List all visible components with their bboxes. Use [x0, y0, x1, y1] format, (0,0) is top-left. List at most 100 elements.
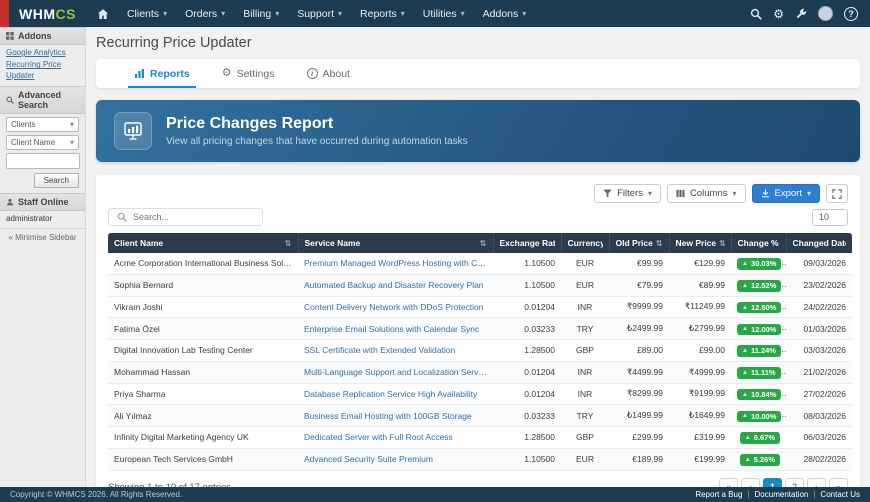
- pagination-last[interactable]: »: [829, 478, 848, 488]
- service-name-link[interactable]: Content Delivery Network with DDoS Prote…: [304, 302, 484, 312]
- user-avatar[interactable]: [818, 6, 833, 21]
- bar-chart-icon: [134, 68, 145, 79]
- tab-about[interactable]: i About: [295, 59, 362, 88]
- arrow-up-icon: ▲: [742, 370, 748, 376]
- user-icon: [6, 198, 14, 206]
- nav-item-label: Orders: [185, 8, 217, 20]
- page-size-select[interactable]: 10 ▾: [812, 209, 848, 226]
- changed-date-cell: 23/02/2026: [786, 274, 852, 296]
- footer-link[interactable]: Contact Us: [820, 490, 860, 499]
- sidebar-addon-link[interactable]: Google Analytics: [6, 48, 79, 58]
- currency-cell: GBP: [561, 427, 609, 449]
- nav-item-addons[interactable]: Addons▾: [474, 0, 536, 27]
- service-name-link[interactable]: Advanced Security Suite Premium: [304, 454, 433, 464]
- column-header[interactable]: Change %⇅: [731, 233, 786, 253]
- nav-item-utilities[interactable]: Utilities▾: [414, 0, 474, 27]
- service-name-cell: Multi-Language Support and Localization …: [298, 361, 493, 383]
- service-name-link[interactable]: Automated Backup and Disaster Recovery P…: [304, 280, 484, 290]
- nav-item-support[interactable]: Support▾: [288, 0, 351, 27]
- service-name-link[interactable]: Enterprise Email Solutions with Calendar…: [304, 324, 479, 334]
- service-name-link[interactable]: Database Replication Service High Availa…: [304, 389, 477, 399]
- nav-item-clients[interactable]: Clients▾: [118, 0, 176, 27]
- table-search-input[interactable]: [133, 212, 243, 222]
- nav-item-billing[interactable]: Billing▾: [234, 0, 288, 27]
- column-header-label: New Price: [676, 238, 717, 248]
- new-price-cell: ₺1649.99: [669, 405, 731, 427]
- client-name-cell: Vikram Joshi: [108, 296, 298, 318]
- chevron-down-icon: ▾: [648, 189, 652, 198]
- export-button[interactable]: Export ▾: [752, 184, 820, 203]
- footer-link[interactable]: Documentation: [755, 490, 809, 499]
- whmcs-logo[interactable]: WHMCS: [9, 6, 88, 22]
- old-price-cell: €79.99: [609, 274, 669, 296]
- service-name-link[interactable]: SSL Certificate with Extended Validation: [304, 345, 455, 355]
- column-header[interactable]: Changed Date⇅: [786, 233, 852, 253]
- filters-button[interactable]: Filters ▾: [594, 184, 661, 203]
- cogs-icon[interactable]: ⚙: [773, 8, 784, 20]
- pagination-prev[interactable]: ‹: [741, 478, 760, 488]
- sort-icon: ⇅: [285, 239, 292, 248]
- change-badge: ▲12.50%: [737, 302, 781, 314]
- help-icon[interactable]: ?: [844, 7, 858, 21]
- change-badge: ▲5.26%: [740, 454, 780, 466]
- chevron-down-icon: ▾: [163, 9, 167, 18]
- addons-links: Google Analytics Recurring Price Updater: [0, 45, 85, 86]
- service-name-cell: Dedicated Server with Full Root Access: [298, 427, 493, 449]
- pagination-page-2[interactable]: 2: [785, 478, 804, 488]
- column-header-label: Exchange Rate: [500, 238, 555, 248]
- table-row: European Tech Services GmbHAdvanced Secu…: [108, 448, 852, 470]
- chevron-down-icon: ▾: [70, 138, 74, 147]
- home-icon[interactable]: [88, 0, 118, 27]
- fullscreen-button[interactable]: [826, 184, 848, 203]
- service-name-link[interactable]: Dedicated Server with Full Root Access: [304, 432, 453, 442]
- service-name-link[interactable]: Premium Managed WordPress Hosting with C…: [304, 258, 493, 268]
- search-icon[interactable]: [750, 8, 762, 20]
- changed-date-cell: 27/02/2026: [786, 383, 852, 405]
- table-search-box[interactable]: [108, 208, 263, 226]
- nav-item-orders[interactable]: Orders▾: [176, 0, 234, 27]
- column-header[interactable]: Client Name⇅: [108, 233, 298, 253]
- column-header[interactable]: New Price⇅: [669, 233, 731, 253]
- pagination-first[interactable]: «: [719, 478, 738, 488]
- arrow-up-icon: ▲: [742, 392, 748, 398]
- bottom-bar: Copyright © WHMCS 2026. All Rights Reser…: [0, 487, 870, 502]
- table-header-row: Client Name⇅Service Name⇅Exchange Rate⇅C…: [108, 233, 852, 253]
- service-name-link[interactable]: Business Email Hosting with 100GB Storag…: [304, 411, 472, 421]
- wrench-icon[interactable]: [795, 8, 807, 20]
- column-header[interactable]: Currency⇅: [561, 233, 609, 253]
- report-table-card: Filters ▾ Columns ▾ Export ▾: [96, 175, 860, 487]
- top-navbar: WHMCS Clients▾Orders▾Billing▾Support▾Rep…: [0, 0, 870, 27]
- tab-settings[interactable]: ⚙ Settings: [210, 59, 287, 88]
- old-price-cell: ₹4499.99: [609, 361, 669, 383]
- staff-online-name: administrator: [0, 211, 85, 228]
- footer-link[interactable]: Report a Bug: [695, 490, 742, 499]
- service-name-cell: SSL Certificate with Extended Validation: [298, 340, 493, 362]
- advanced-search-input[interactable]: [6, 153, 80, 169]
- new-price-cell: €129.99: [669, 253, 731, 274]
- chevron-down-icon: ▾: [275, 9, 279, 18]
- advanced-search-button[interactable]: Search: [34, 173, 79, 188]
- table-row: Ali YılmazBusiness Email Hosting with 10…: [108, 405, 852, 427]
- search-field-select[interactable]: Client Name▾: [6, 135, 79, 150]
- search-type-select[interactable]: Clients▾: [6, 117, 79, 132]
- columns-button[interactable]: Columns ▾: [667, 184, 746, 203]
- footer-link-separator: |: [747, 490, 749, 499]
- pagination-next[interactable]: ›: [807, 478, 826, 488]
- tab-reports[interactable]: Reports: [122, 59, 202, 88]
- footer-link-separator: |: [813, 490, 815, 499]
- table-row: Infinity Digital Marketing Agency UKDedi…: [108, 427, 852, 449]
- service-name-cell: Premium Managed WordPress Hosting with C…: [298, 253, 493, 274]
- minimise-sidebar-link[interactable]: « Minimise Sidebar: [0, 228, 85, 246]
- pagination-page-1[interactable]: 1: [763, 478, 782, 488]
- currency-cell: EUR: [561, 448, 609, 470]
- nav-item-label: Reports: [360, 8, 397, 20]
- nav-item-reports[interactable]: Reports▾: [351, 0, 414, 27]
- service-name-link[interactable]: Multi-Language Support and Localization …: [304, 367, 493, 377]
- column-header[interactable]: Old Price⇅: [609, 233, 669, 253]
- tab-settings-label: Settings: [237, 68, 275, 80]
- changed-date-cell: 24/02/2026: [786, 296, 852, 318]
- search-icon: [117, 212, 127, 222]
- column-header[interactable]: Exchange Rate⇅: [493, 233, 561, 253]
- column-header[interactable]: Service Name⇅: [298, 233, 493, 253]
- sidebar-addon-link[interactable]: Recurring Price Updater: [6, 60, 79, 81]
